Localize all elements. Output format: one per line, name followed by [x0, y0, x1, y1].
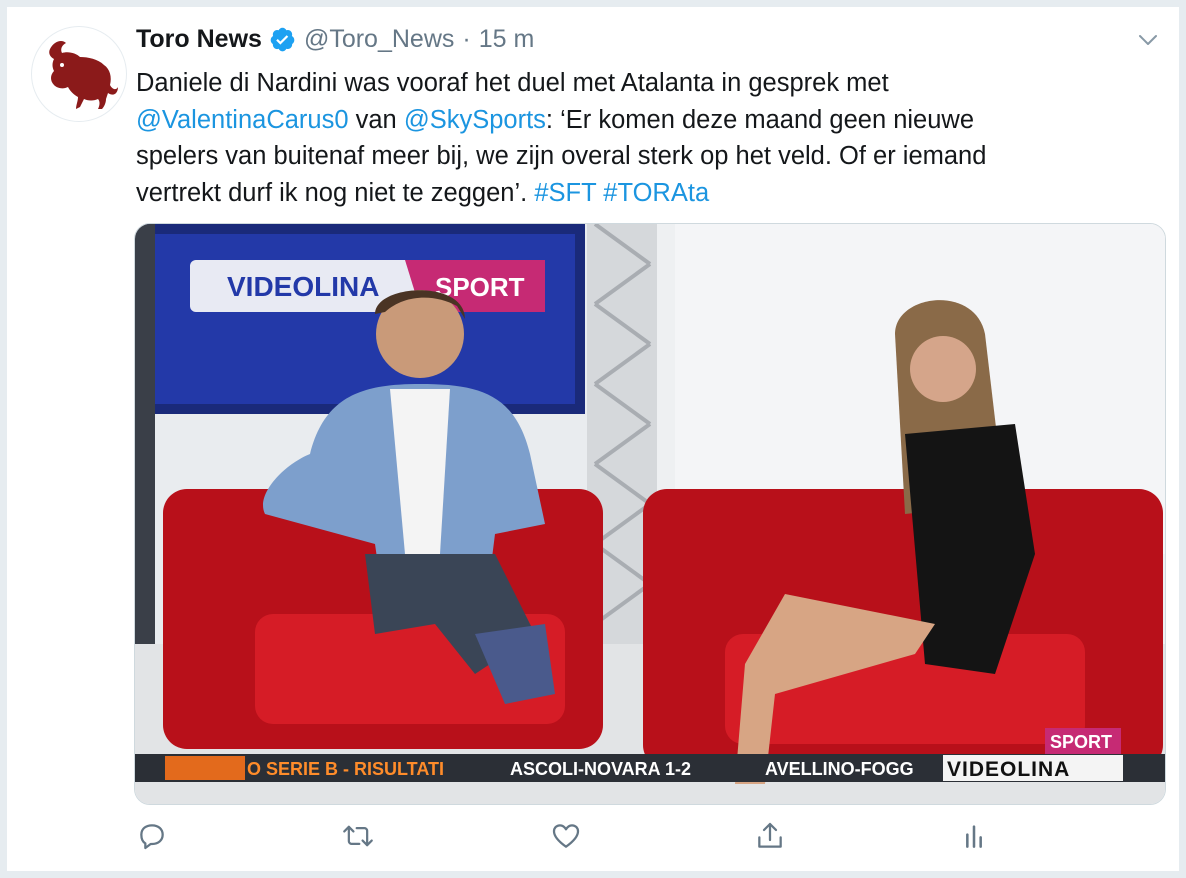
- display-name[interactable]: Toro News: [136, 25, 262, 54]
- separator-dot: ·: [462, 24, 471, 53]
- tweet-text-segment: van: [348, 105, 404, 134]
- ticker-brand: VIDEOLINA: [947, 758, 1070, 781]
- ticker-text: O SERIE B - RISULTATI: [247, 759, 444, 779]
- ticker-text: AVELLINO-FOGG: [765, 759, 914, 779]
- mention-link[interactable]: @SkySports: [404, 106, 546, 134]
- bull-logo-icon: [49, 41, 118, 109]
- share-icon[interactable]: [753, 819, 787, 853]
- tweet-header: Toro News @Toro_News · 15 m: [136, 22, 534, 56]
- tweet-timestamp[interactable]: 15 m: [479, 25, 535, 54]
- avatar[interactable]: [31, 26, 127, 122]
- hashtag-link[interactable]: #SFT: [534, 179, 596, 207]
- like-icon[interactable]: [549, 819, 583, 853]
- tweet-actions: [135, 819, 995, 859]
- tweet-text-line: spelers van buitenaf meer bij, we zijn o…: [136, 142, 987, 170]
- tweet-text-line: Daniele di Nardini was vooraf het duel m…: [136, 69, 889, 97]
- analytics-icon[interactable]: [957, 819, 991, 853]
- user-handle[interactable]: @Toro_News: [304, 25, 454, 54]
- reply-icon[interactable]: [135, 819, 169, 853]
- mention-link[interactable]: @ValentinaCarus0: [136, 106, 349, 134]
- tweet-media-image[interactable]: VIDEOLINA SPORT O SERIE B - RISULTATI AS…: [134, 223, 1166, 805]
- verified-badge-icon: [269, 26, 296, 53]
- retweet-icon[interactable]: [341, 819, 375, 853]
- ticker-text: ASCOLI-NOVARA 1-2: [510, 759, 691, 779]
- hashtag-link[interactable]: #TORAta: [603, 179, 709, 207]
- tweet-text-segment: vertrekt durf ik nog niet te zeggen’.: [136, 178, 535, 207]
- tweet-text: Daniele di Nardini was vooraf het duel m…: [136, 65, 1136, 211]
- corner-logo: SPORT: [1050, 732, 1112, 752]
- tweet-text-segment: : ‘Er komen deze maand geen nieuwe: [545, 105, 975, 134]
- studio-logo-text: VIDEOLINA: [227, 271, 379, 302]
- tweet-card[interactable]: Toro News @Toro_News · 15 m Daniele di N…: [7, 7, 1179, 871]
- chevron-down-icon[interactable]: [1137, 29, 1159, 51]
